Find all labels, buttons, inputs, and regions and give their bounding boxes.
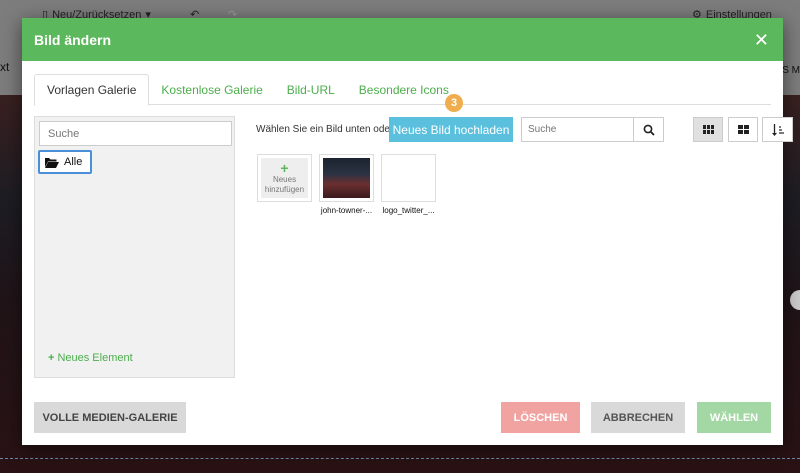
image-search-group [521, 117, 664, 142]
choose-button[interactable]: WÄHLEN [697, 402, 771, 433]
folder-search-input[interactable] [39, 121, 232, 146]
thumbnail-item[interactable]: logo_twitter_... [381, 154, 436, 215]
large-grid-view-button[interactable] [728, 117, 758, 142]
new-element-button[interactable]: + Neues Element [48, 352, 133, 364]
sort-icon [771, 123, 784, 136]
delete-button[interactable]: LÖSCHEN [501, 402, 580, 433]
new-element-label: Neues Element [57, 352, 133, 364]
change-image-modal: Bild ändern ✕ Vorlagen Galerie Kostenlos… [22, 18, 793, 445]
small-grid-icon [702, 125, 714, 134]
thumbnail-item[interactable]: john-towner-... [319, 154, 374, 215]
carousel-next-button[interactable] [790, 290, 800, 310]
thumbnail-photo [323, 158, 370, 198]
thumbnail-frame [319, 154, 374, 202]
background-left-label: xt [0, 60, 10, 74]
cancel-button[interactable]: ABBRECHEN [591, 402, 685, 433]
tab-template-gallery[interactable]: Vorlagen Galerie [34, 74, 150, 106]
folder-item-label: Alle [64, 156, 83, 168]
sort-button[interactable] [762, 117, 793, 142]
folder-open-icon [45, 157, 59, 168]
gallery-toolbar: Wählen Sie ein Bild unten oder Neues Bil… [256, 117, 793, 143]
search-icon [643, 124, 655, 136]
background-right-label: S M [782, 65, 800, 76]
thumbnail-frame: + Neues hinzufügen [257, 154, 312, 202]
tab-special-icons[interactable]: Besondere Icons [347, 74, 461, 105]
modal-header: Bild ändern ✕ [22, 18, 783, 61]
search-button[interactable] [634, 117, 664, 142]
choose-image-text: Wählen Sie ein Bild unten oder [256, 124, 394, 135]
image-search-input[interactable] [521, 117, 634, 142]
tab-bar: Vorlagen Galerie Kostenlose Galerie Bild… [34, 74, 771, 106]
tab-image-url[interactable]: Bild-URL [275, 74, 347, 105]
add-new-label: Neues hinzufügen [264, 175, 305, 194]
upload-image-button[interactable]: Neues Bild hochladen [389, 117, 513, 142]
thumbnail-add-new[interactable]: + Neues hinzufügen [257, 154, 312, 215]
modal-title: Bild ändern [34, 31, 112, 48]
step-badge: 3 [445, 94, 463, 112]
folder-sidebar: Alle + Neues Element [34, 116, 235, 378]
add-new-tile: + Neues hinzufügen [261, 158, 308, 198]
plus-icon: + [48, 352, 55, 364]
folder-item-all[interactable]: Alle [38, 150, 92, 174]
small-grid-view-button[interactable] [693, 117, 723, 142]
thumbnail-caption: john-towner-... [320, 206, 373, 215]
thumbnail-grid: + Neues hinzufügen john-towner-... logo_… [257, 154, 436, 215]
section-divider [0, 458, 800, 459]
plus-icon: + [280, 160, 289, 177]
close-icon[interactable]: ✕ [754, 31, 769, 49]
full-media-gallery-button[interactable]: VOLLE MEDIEN-GALERIE [34, 402, 186, 433]
large-grid-icon [737, 125, 749, 134]
thumbnail-caption: logo_twitter_... [382, 206, 435, 215]
tab-free-gallery[interactable]: Kostenlose Galerie [149, 74, 274, 105]
thumbnail-frame [381, 154, 436, 202]
